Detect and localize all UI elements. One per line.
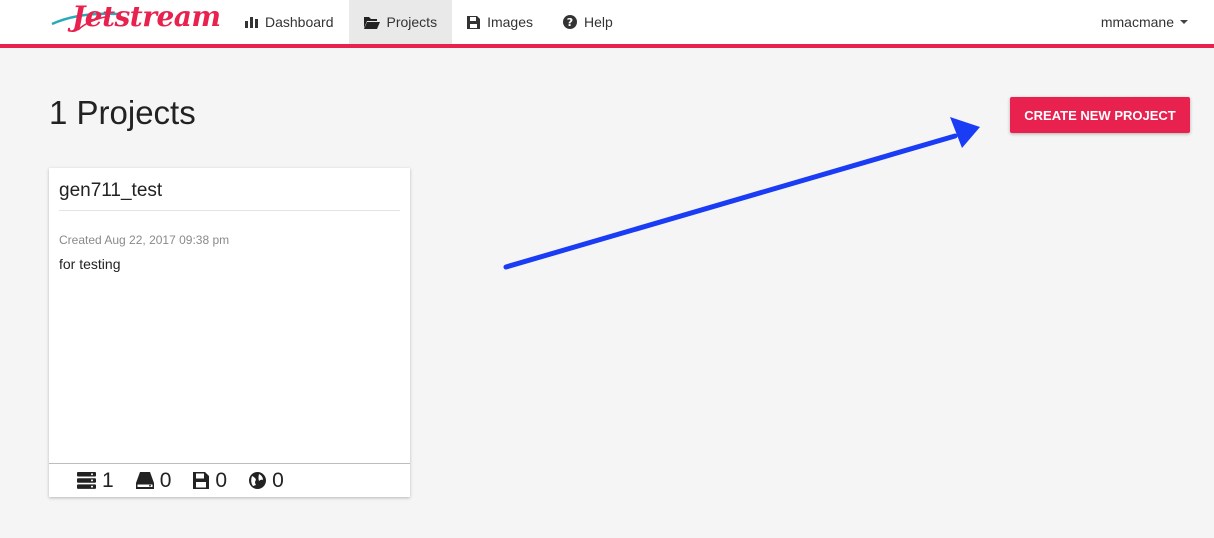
logo-text: Jetstream [72, 0, 221, 33]
nav-images[interactable]: Images [452, 0, 548, 44]
images-count-value: 0 [215, 468, 228, 492]
server-stack-icon [77, 472, 96, 489]
images-count: 0 [193, 469, 227, 493]
floppy-disk-icon [467, 15, 481, 29]
username: mmacmane [1100, 14, 1174, 30]
nav-dashboard-label: Dashboard [265, 14, 334, 30]
main-nav: Dashboard Projects Images ? Help [230, 0, 628, 44]
folder-open-icon [363, 16, 380, 29]
nav-images-label: Images [487, 14, 533, 30]
hard-drive-icon [135, 472, 154, 489]
project-created-date: Created Aug 22, 2017 09:38 pm [59, 233, 230, 247]
project-name[interactable]: gen711_test [59, 180, 162, 202]
nav-dashboard[interactable]: Dashboard [230, 0, 349, 44]
top-navbar: Jetstream Dashboard Projects Images ? He… [0, 0, 1214, 48]
page-title: 1 Projects [49, 94, 196, 131]
bar-chart-icon [245, 17, 258, 28]
instances-count: 1 [77, 469, 114, 493]
nav-help-label: Help [584, 14, 613, 30]
project-description: for testing [59, 256, 121, 272]
card-divider [59, 210, 400, 211]
instances-count-value: 1 [102, 468, 114, 492]
links-count-value: 0 [272, 468, 284, 492]
chevron-down-icon [1180, 20, 1188, 24]
project-card[interactable]: gen711_test Created Aug 22, 2017 09:38 p… [49, 168, 410, 497]
volumes-count-value: 0 [159, 468, 172, 492]
nav-projects[interactable]: Projects [348, 0, 453, 44]
jetstream-logo[interactable]: Jetstream [48, 0, 221, 44]
globe-icon [249, 472, 267, 489]
nav-projects-label: Projects [386, 14, 438, 30]
question-circle-icon: ? [563, 15, 577, 29]
svg-text:?: ? [567, 16, 573, 29]
nav-help[interactable]: ? Help [548, 0, 628, 44]
project-resource-stats: 1 0 0 0 [49, 463, 410, 497]
create-new-project-button[interactable]: CREATE NEW PROJECT [1010, 97, 1190, 133]
floppy-disk-icon [193, 472, 210, 489]
user-menu-dropdown[interactable]: mmacmane [1101, 0, 1188, 44]
links-count: 0 [249, 469, 284, 493]
volumes-count: 0 [135, 468, 172, 493]
